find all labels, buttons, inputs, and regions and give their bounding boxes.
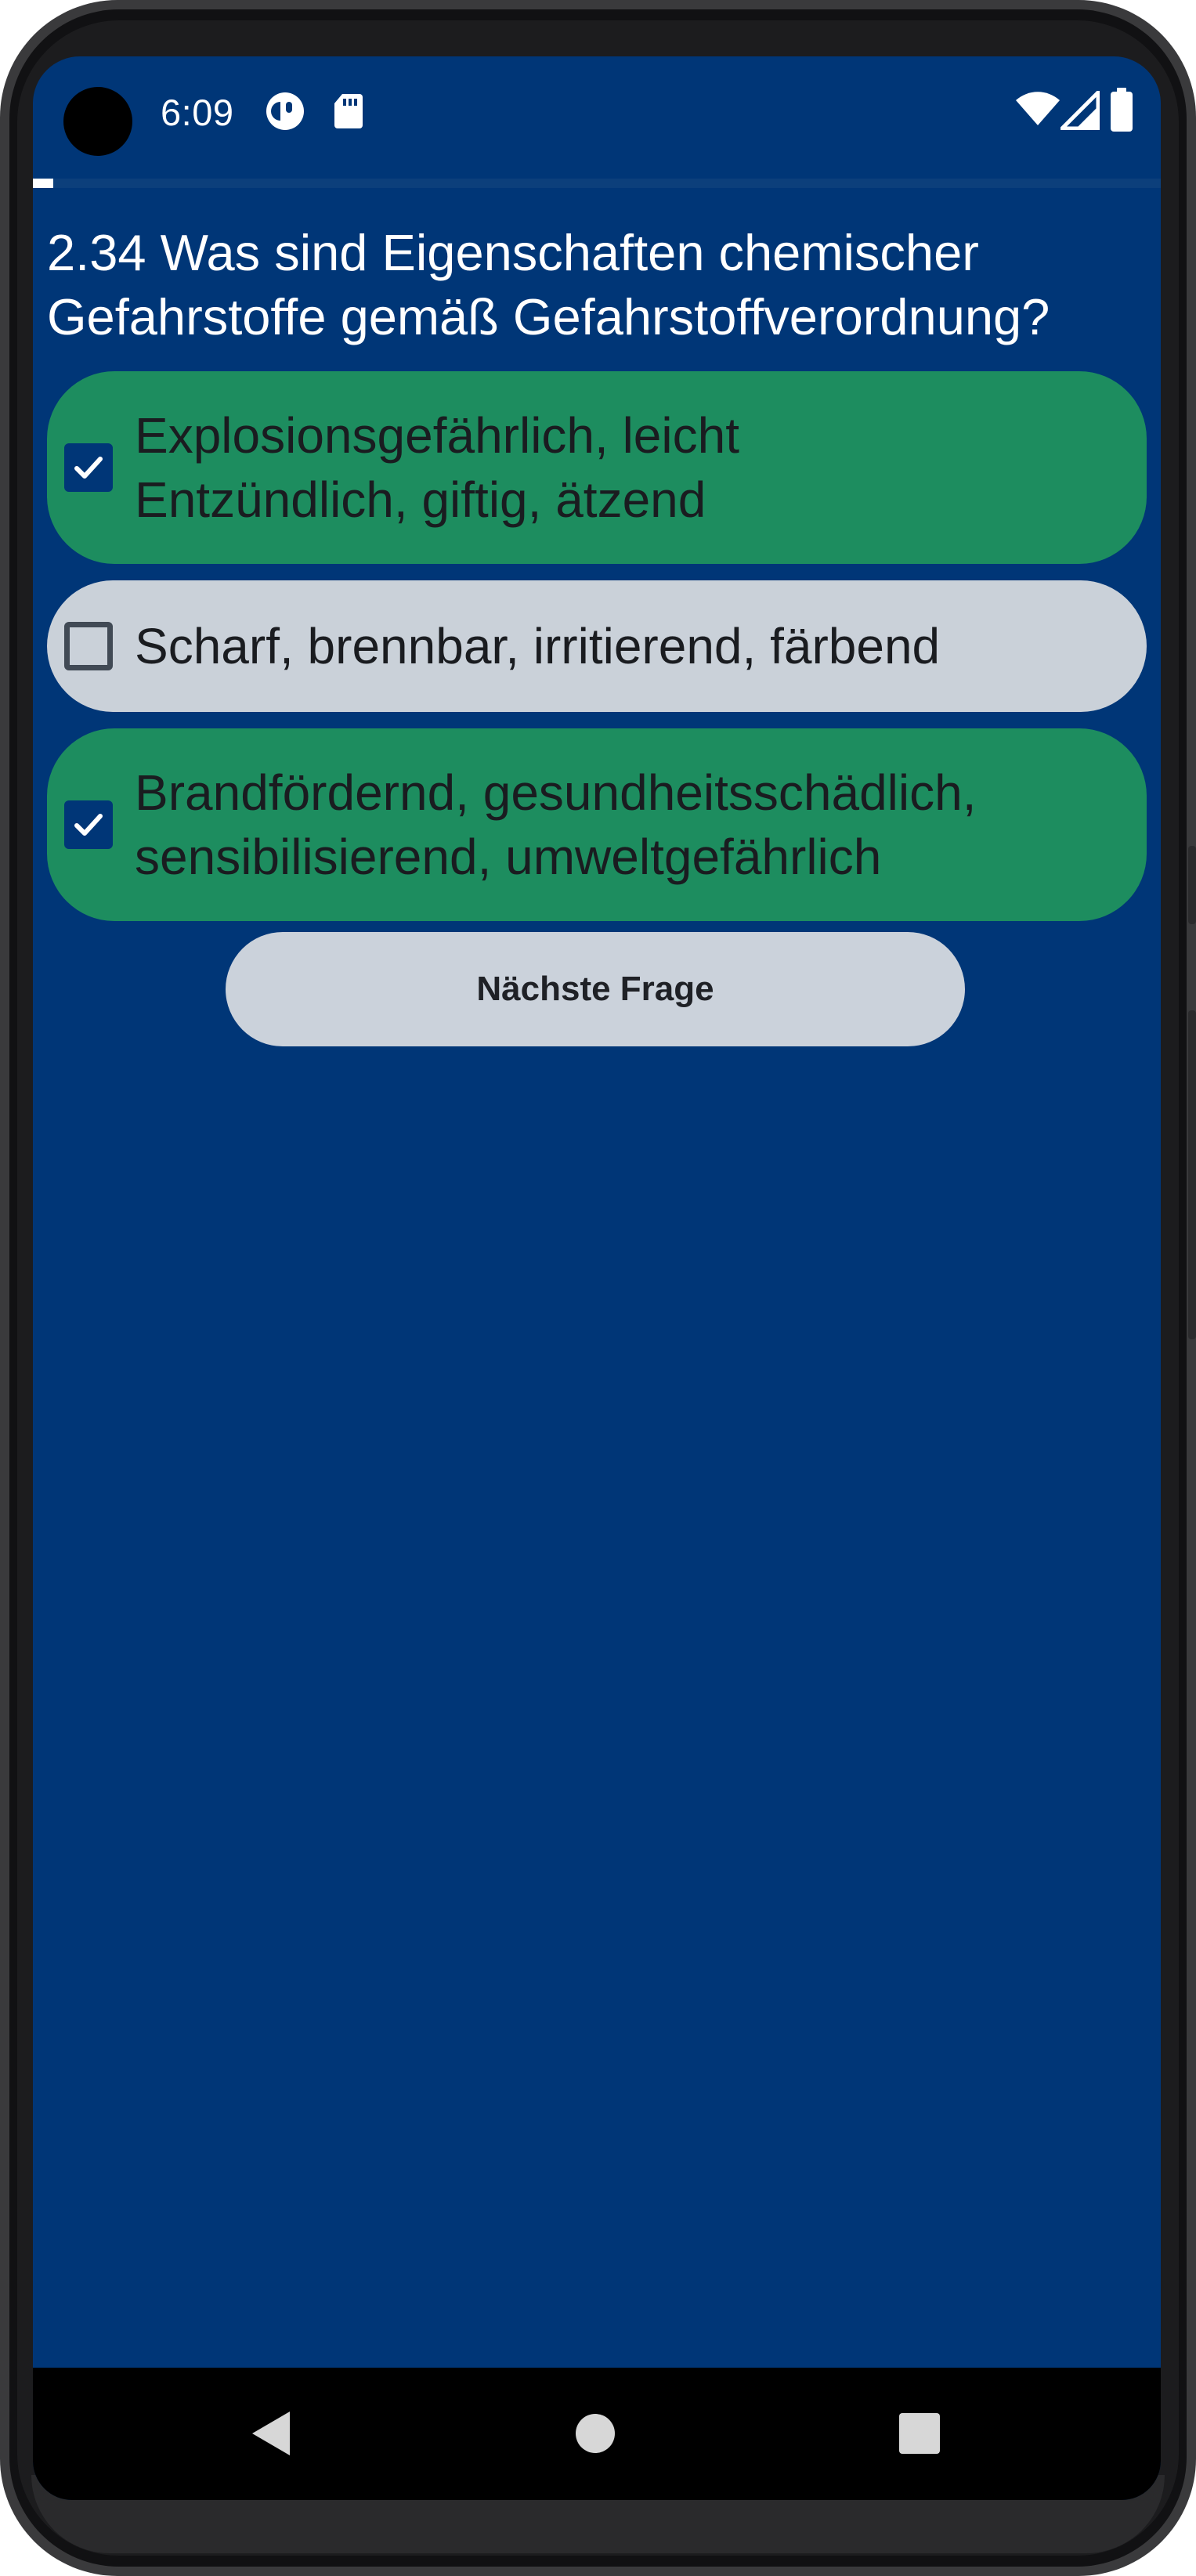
answer-option-label-line: Scharf, brennbar, irritierend, färbend xyxy=(135,618,941,674)
answer-option-label: Explosionsgefährlich, leicht Entzündlich… xyxy=(135,403,739,532)
answer-option-2[interactable]: Scharf, brennbar, irritierend, färbend xyxy=(47,580,1147,712)
answer-option-label-line: Explosionsgefährlich, leicht xyxy=(135,407,739,464)
power-button xyxy=(1188,846,1196,924)
answer-option-label-line: sensibilisierend, umweltgefährlich xyxy=(135,829,882,885)
sd-card-icon xyxy=(333,92,364,134)
answer-option-label-line: Brandfördernd, gesundheitsschädlich, xyxy=(135,764,977,821)
status-bar: 6:09 xyxy=(33,56,1161,174)
recents-icon[interactable] xyxy=(888,2402,951,2465)
answer-option-3[interactable]: Brandfördernd, gesundheitsschädlich, sen… xyxy=(47,728,1147,921)
answer-option-label: Scharf, brennbar, irritierend, färbend xyxy=(135,614,940,678)
home-icon[interactable] xyxy=(564,2402,627,2465)
next-question-button[interactable]: Nächste Frage xyxy=(226,932,965,1046)
quiz-progress-bar xyxy=(33,179,1161,188)
app-screen: 6:09 2.34 Was sind Eigenschaften chemisc… xyxy=(33,56,1161,2500)
question-text: 2.34 Was sind Eigenschaften chemischer G… xyxy=(47,224,1050,345)
checkbox-unchecked-icon[interactable] xyxy=(64,622,113,670)
front-sensor-cutout xyxy=(63,87,132,156)
cellular-signal-icon xyxy=(1057,87,1100,134)
battery-icon xyxy=(1111,88,1133,135)
checkbox-checked-icon[interactable] xyxy=(64,800,113,849)
answer-option-1[interactable]: Explosionsgefährlich, leicht Entzündlich… xyxy=(47,371,1147,564)
back-icon[interactable] xyxy=(240,2402,302,2465)
answer-option-label-line: Entzündlich, giftig, ätzend xyxy=(135,471,706,528)
device-frame: 6:09 2.34 Was sind Eigenschaften chemisc… xyxy=(0,0,1196,2576)
answer-option-label: Brandfördernd, gesundheitsschädlich, sen… xyxy=(135,761,976,889)
navigation-bar xyxy=(33,2368,1161,2500)
quiz-progress-fill xyxy=(33,179,53,188)
status-clock: 6:09 xyxy=(161,92,234,133)
privacy-indicator-icon xyxy=(265,91,305,135)
wifi-icon xyxy=(1015,91,1061,131)
checkbox-checked-icon[interactable] xyxy=(64,443,113,492)
volume-button xyxy=(1188,1010,1196,1339)
